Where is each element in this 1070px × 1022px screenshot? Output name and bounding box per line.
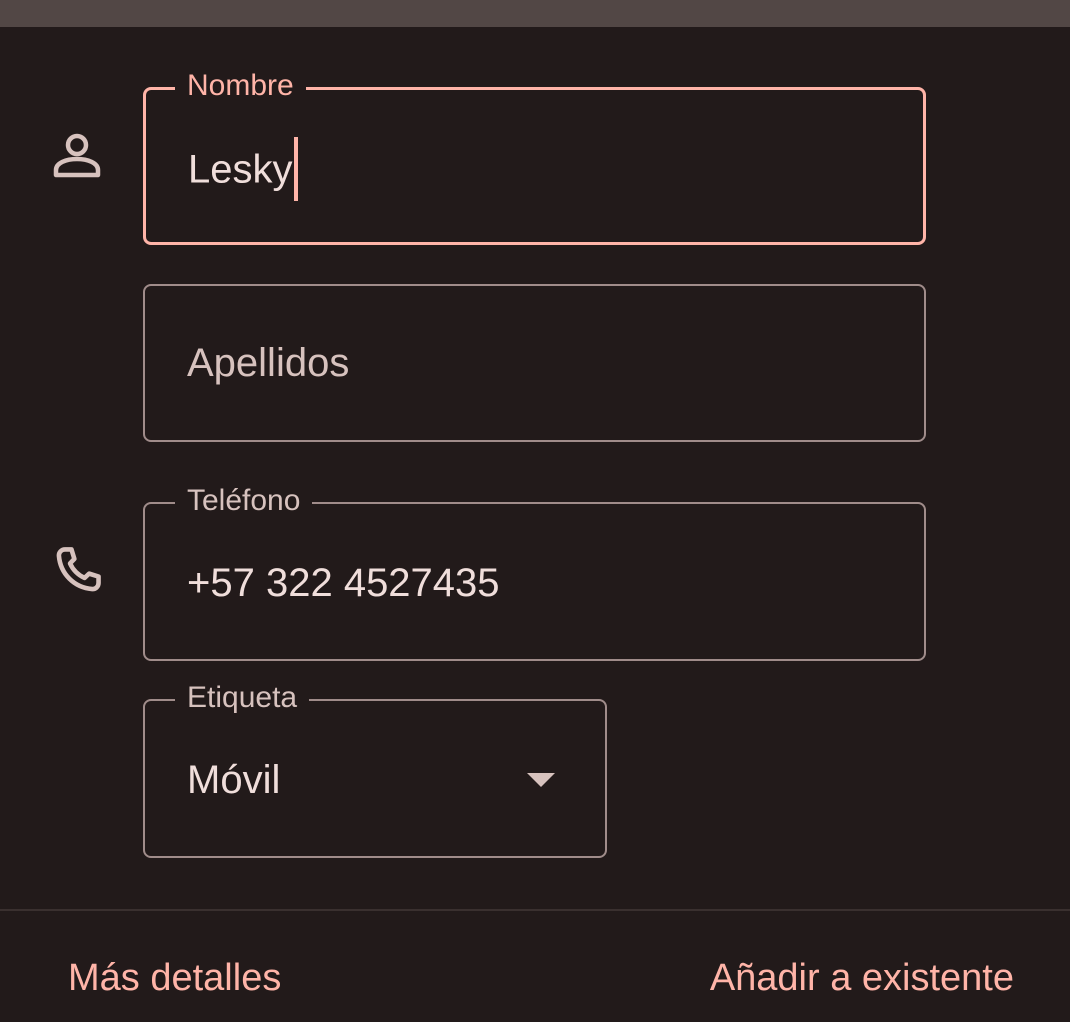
first-name-field[interactable]: Nombre Lesky bbox=[143, 69, 926, 245]
divider bbox=[0, 909, 1070, 911]
phone-type-label: Etiqueta bbox=[175, 681, 310, 715]
add-to-existing-button[interactable]: Añadir a existente bbox=[710, 956, 1014, 1000]
first-name-label: Nombre bbox=[175, 69, 306, 103]
phone-value: +57 322 4527435 bbox=[187, 561, 500, 605]
first-name-value: Lesky bbox=[188, 147, 293, 192]
person-icon bbox=[52, 132, 102, 180]
phone-type-value: Móvil bbox=[187, 758, 281, 802]
phone-type-select[interactable]: Etiqueta Móvil bbox=[143, 681, 607, 858]
dropdown-arrow-icon[interactable] bbox=[527, 773, 555, 787]
text-cursor bbox=[293, 137, 298, 201]
phone-field[interactable]: Teléfono +57 322 4527435 bbox=[143, 484, 926, 661]
top-bar bbox=[0, 0, 1070, 27]
more-details-button[interactable]: Más detalles bbox=[68, 956, 281, 1000]
first-name-input[interactable]: Lesky bbox=[188, 137, 298, 201]
phone-label: Teléfono bbox=[175, 484, 313, 518]
last-name-placeholder: Apellidos bbox=[187, 341, 350, 385]
last-name-field[interactable]: Apellidos bbox=[143, 284, 926, 442]
phone-icon bbox=[49, 541, 107, 599]
